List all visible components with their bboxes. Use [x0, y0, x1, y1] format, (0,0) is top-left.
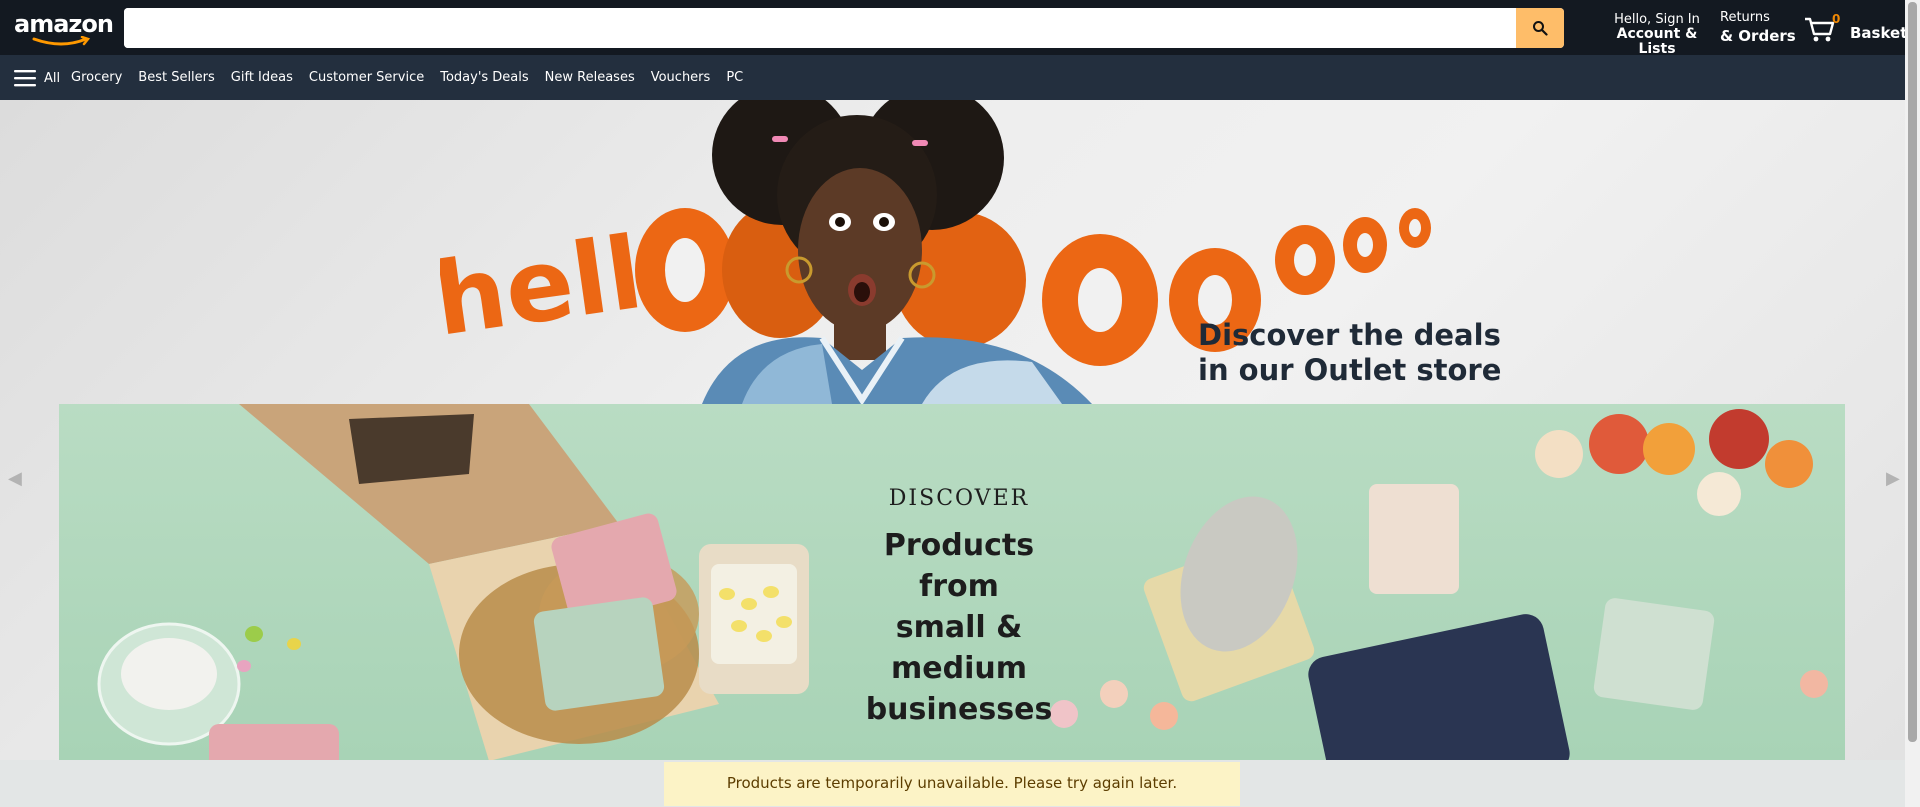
- svg-text:hell: hell: [440, 214, 649, 359]
- banner-title-line-2: small & medium: [891, 610, 1027, 686]
- nav-item-vouchers[interactable]: Vouchers: [651, 70, 711, 85]
- carousel-next-icon[interactable]: ▶: [1886, 468, 1900, 489]
- nav-all-label: All: [44, 70, 61, 86]
- nav-item-todays-deals[interactable]: Today's Deals: [440, 70, 528, 85]
- nav-bar: All Grocery Best Sellers Gift Ideas Cust…: [0, 55, 1905, 100]
- hero-line-2: in our Outlet store: [1198, 353, 1502, 387]
- top-header: amazon Hello, Sign In Account & Lists Re…: [0, 0, 1907, 57]
- nav-item-customer-service[interactable]: Customer Service: [309, 70, 424, 85]
- banner-title-line-3: businesses: [865, 692, 1053, 727]
- nav-item-gift-ideas[interactable]: Gift Ideas: [231, 70, 293, 85]
- account-lists-link[interactable]: Hello, Sign In Account & Lists: [1603, 12, 1711, 57]
- returns-label: Returns: [1720, 10, 1770, 25]
- cart-label: Basket: [1850, 24, 1908, 42]
- nav-item-new-releases[interactable]: New Releases: [545, 70, 635, 85]
- basket-link[interactable]: 0 Basket: [1802, 10, 1907, 46]
- cart-count: 0: [1832, 12, 1841, 26]
- search-button[interactable]: [1516, 8, 1564, 48]
- scrollbar-thumb[interactable]: [1908, 2, 1917, 742]
- hamburger-icon: [14, 70, 36, 87]
- returns-orders-link[interactable]: Returns & Orders: [1720, 10, 1796, 44]
- nav-all-menu[interactable]: All: [14, 69, 60, 87]
- banner-eyebrow: DISCOVER: [888, 486, 1030, 511]
- hero-line-1: Discover the deals: [1198, 318, 1501, 352]
- smb-promo-banner[interactable]: DISCOVER Products from small & medium bu…: [59, 404, 1845, 761]
- amazon-logo[interactable]: amazon: [14, 10, 114, 46]
- account-label: Account & Lists: [1616, 26, 1698, 57]
- hero-tagline: Discover the deals in our Outlet store: [1198, 318, 1501, 388]
- unavailable-notice: Products are temporarily unavailable. Pl…: [664, 762, 1240, 806]
- search-input[interactable]: [124, 8, 1514, 48]
- banner-text-block: DISCOVER Products from small & medium bu…: [839, 486, 1079, 730]
- logo-text: amazon: [14, 10, 114, 38]
- search-bar: [124, 8, 1564, 48]
- nav-item-best-sellers[interactable]: Best Sellers: [138, 70, 215, 85]
- surprised-woman-image: [702, 100, 1092, 404]
- search-icon: [1533, 21, 1548, 36]
- logo-smile-icon: [32, 36, 91, 46]
- banner-title: Products from small & medium businesses: [839, 525, 1079, 730]
- carousel-prev-icon[interactable]: ◀: [8, 468, 22, 489]
- account-greeting: Hello, Sign In: [1614, 12, 1700, 27]
- nav-item-grocery[interactable]: Grocery: [71, 70, 122, 85]
- nav-links: Grocery Best Sellers Gift Ideas Customer…: [71, 70, 743, 85]
- nav-item-pc[interactable]: PC: [726, 70, 743, 85]
- banner-title-line-1: Products from: [883, 528, 1035, 604]
- orders-label: & Orders: [1720, 27, 1796, 45]
